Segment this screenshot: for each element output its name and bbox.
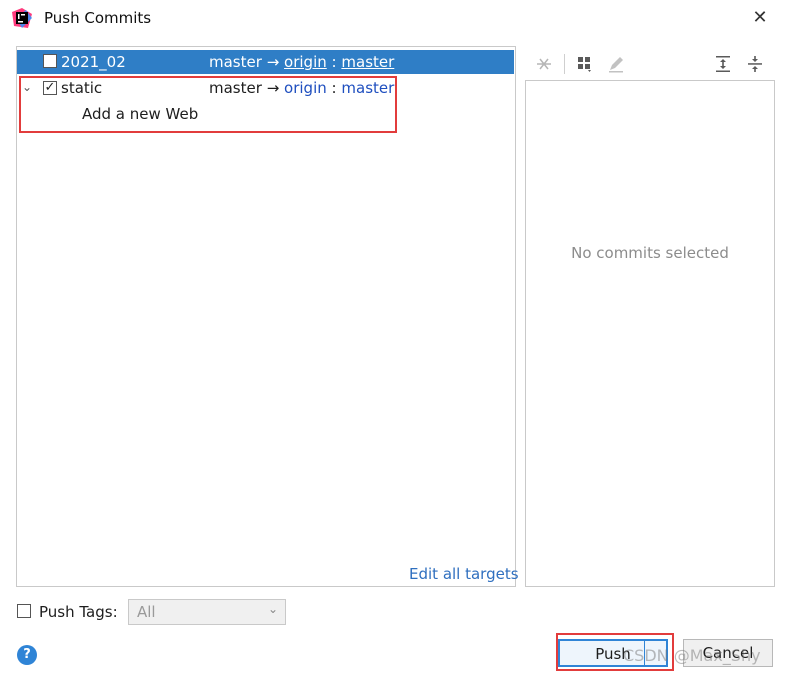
colon: : [331,53,337,71]
empty-details-message: No commits selected [571,244,729,262]
group-by-icon[interactable] [576,55,594,73]
edit-all-targets-link[interactable]: Edit all targets [409,565,519,583]
watermark: CSDN @Max_Shy [623,646,761,665]
expand-all-icon[interactable] [714,55,732,73]
branch-spec: master → origin : master [209,53,394,71]
toolbar-separator [564,54,565,74]
help-icon[interactable]: ? [17,645,37,665]
collapse-all-icon[interactable] [746,55,764,73]
window-title: Push Commits [44,9,152,27]
push-tags-dropdown[interactable]: All ⌄ [128,599,286,625]
local-branch: master [209,53,262,71]
collapse-icon[interactable] [535,55,553,73]
repo-name: 2021_02 [61,53,126,71]
commit-details-panel [525,80,775,587]
target-branch-link[interactable]: master [341,53,394,71]
push-tags-checkbox[interactable] [17,604,31,618]
arrow: → [266,53,280,71]
highlight-annotation [19,76,397,133]
chevron-down-icon: ⌄ [268,602,279,616]
repo-checkbox-2021-02[interactable] [43,54,57,68]
close-icon[interactable]: ✕ [748,6,772,30]
push-tags-label: Push Tags: [39,603,118,621]
intellij-app-icon [12,8,32,28]
push-tags-value: All [137,603,156,621]
edit-icon[interactable] [607,55,625,73]
remote-link[interactable]: origin [284,53,327,71]
